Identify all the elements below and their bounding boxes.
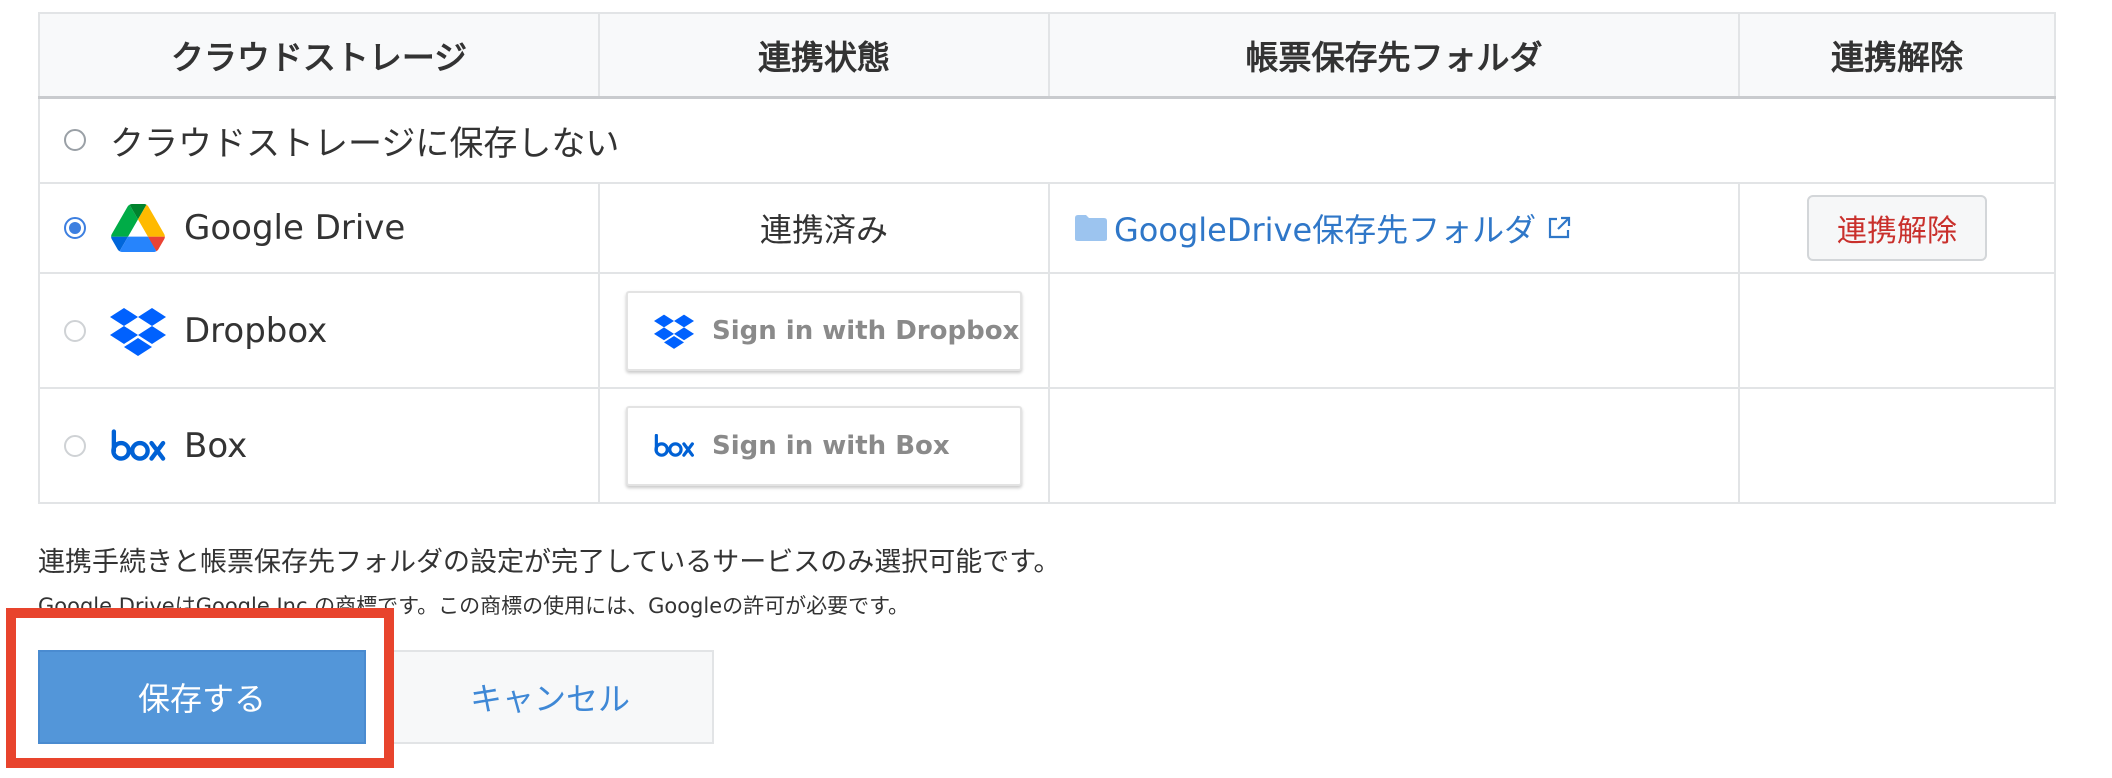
dropbox-label: Dropbox (184, 310, 328, 351)
dropbox-radio (64, 319, 86, 342)
box-icon (652, 426, 696, 466)
save-button-highlight (6, 608, 394, 768)
dropbox-folder-cell (1048, 272, 1740, 389)
google-drive-folder-cell: GoogleDrive保存先フォルダ (1048, 182, 1740, 274)
google-drive-unlink-button[interactable]: 連携解除 (1807, 195, 1987, 261)
google-drive-status: 連携済み (759, 211, 888, 249)
no-storage-cell: クラウドストレージに保存しない (38, 96, 2056, 184)
google-drive-service-cell: Google Drive (38, 182, 600, 274)
table-row-box: Box Sign in with Box (38, 387, 2056, 504)
dropbox-icon (652, 311, 696, 351)
folder-icon (1075, 215, 1107, 241)
table-header-row: クラウドストレージ 連携状態 帳票保存先フォルダ 連携解除 (38, 12, 2056, 99)
google-drive-label: Google Drive (184, 208, 406, 248)
availability-note: 連携手続きと帳票保存先フォルダの設定が完了しているサービスのみ選択可能です。 (38, 547, 1061, 578)
google-drive-folder-label: GoogleDrive保存先フォルダ (1114, 211, 1537, 249)
box-option: Box (64, 420, 598, 472)
table-row-google-drive: Google Drive 連携済み GoogleDrive保存先フォルダ 連携解… (38, 182, 2056, 274)
box-folder-cell (1048, 387, 1740, 504)
google-drive-unlink-cell: 連携解除 (1738, 182, 2056, 274)
header-service: クラウドストレージ (38, 12, 600, 99)
external-link-icon (1549, 216, 1571, 239)
box-unlink-cell (1738, 387, 2056, 504)
dropbox-option: Dropbox (64, 305, 598, 357)
box-radio (64, 434, 86, 457)
cloud-storage-table: クラウドストレージ 連携状態 帳票保存先フォルダ 連携解除 クラウドストレージに… (38, 12, 2056, 504)
dropbox-service-cell: Dropbox (38, 272, 600, 389)
google-drive-icon (110, 202, 166, 254)
box-service-cell: Box (38, 387, 600, 504)
box-label: Box (184, 425, 248, 466)
no-storage-radio[interactable] (64, 129, 86, 152)
table-row-no-storage: クラウドストレージに保存しない (38, 96, 2056, 184)
google-drive-folder-link[interactable]: GoogleDrive保存先フォルダ (1074, 205, 1738, 251)
box-signin-label: Sign in with Box (712, 430, 950, 461)
cancel-button[interactable]: キャンセル (386, 650, 714, 744)
table-row-dropbox: Dropbox Sign in with Dropbox (38, 272, 2056, 389)
box-icon (110, 420, 166, 472)
dropbox-unlink-cell (1738, 272, 2056, 389)
dropbox-icon (110, 305, 166, 357)
dropbox-signin-label: Sign in with Dropbox (712, 315, 1020, 346)
google-drive-status-cell: 連携済み (598, 182, 1050, 274)
box-status-cell: Sign in with Box (598, 387, 1050, 504)
header-unlink: 連携解除 (1738, 12, 2056, 99)
box-signin-button[interactable]: Sign in with Box (626, 405, 1022, 486)
dropbox-status-cell: Sign in with Dropbox (598, 272, 1050, 389)
google-drive-radio[interactable] (64, 217, 86, 239)
header-folder: 帳票保存先フォルダ (1048, 12, 1740, 99)
no-storage-option[interactable]: クラウドストレージに保存しない (64, 116, 2054, 165)
google-drive-option[interactable]: Google Drive (64, 202, 598, 254)
no-storage-label: クラウドストレージに保存しない (110, 123, 620, 164)
header-status: 連携状態 (598, 12, 1050, 99)
dropbox-signin-button[interactable]: Sign in with Dropbox (626, 290, 1022, 371)
